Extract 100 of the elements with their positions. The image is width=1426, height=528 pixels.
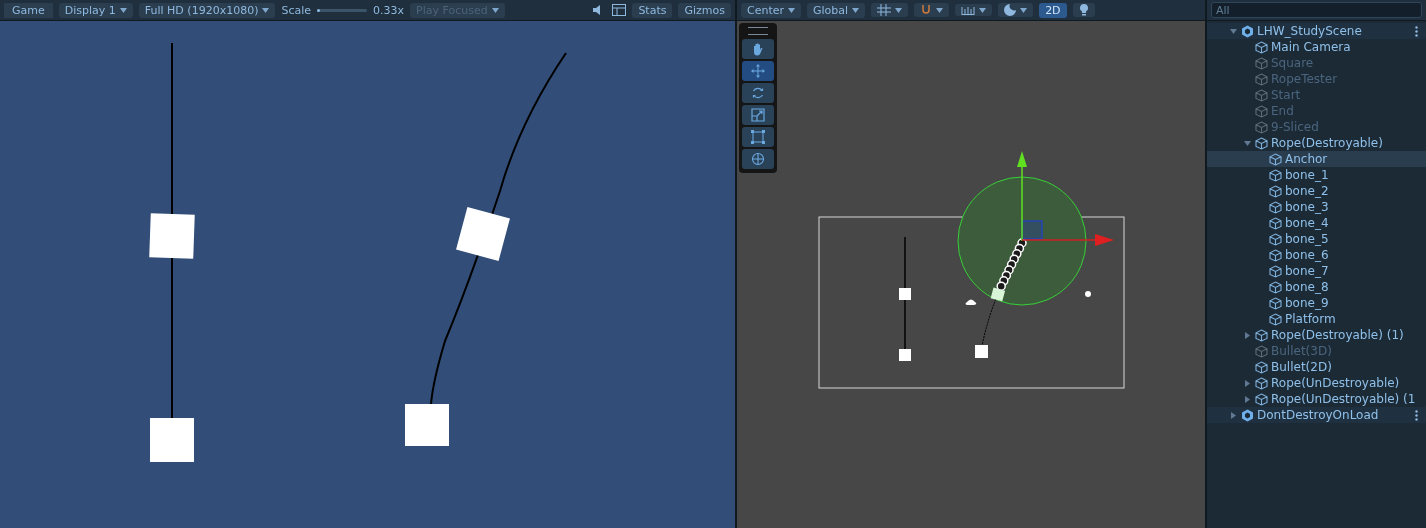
square-sprite	[975, 345, 988, 358]
rotate-icon	[751, 86, 765, 100]
square-sprite	[899, 349, 911, 361]
cube-icon	[1269, 200, 1282, 214]
tool-button[interactable]	[742, 149, 774, 169]
hierarchy-item[interactable]: Bullet(2D)	[1207, 359, 1426, 375]
game-tab[interactable]: Game	[4, 2, 53, 18]
gizmos-button[interactable]: Gizmos	[678, 2, 731, 18]
handle-plane[interactable]	[1021, 220, 1043, 240]
cube-icon	[1269, 248, 1282, 262]
caret-icon	[262, 7, 270, 13]
scale-slider[interactable]	[317, 8, 368, 12]
hierarchy-item[interactable]: bone_9	[1207, 295, 1426, 311]
cube-icon	[1269, 152, 1282, 166]
space-dropdown[interactable]: Global	[807, 2, 866, 18]
hierarchy-item[interactable]: bone_7	[1207, 263, 1426, 279]
moon-icon	[1004, 4, 1017, 16]
cube-icon	[1269, 264, 1282, 278]
layout-icon[interactable]	[612, 4, 627, 16]
transform-icon	[751, 152, 765, 166]
scale-icon	[751, 108, 765, 122]
tool-button[interactable]	[742, 61, 774, 81]
rect-tool-icon	[751, 130, 765, 144]
hierarchy-item[interactable]: bone_4	[1207, 215, 1426, 231]
hierarchy-item[interactable]: Rope(Destroyable)	[1207, 135, 1426, 151]
hierarchy-item[interactable]: Anchor	[1207, 151, 1426, 167]
hierarchy-item[interactable]: bone_5	[1207, 231, 1426, 247]
collider-circle[interactable]	[957, 176, 1087, 306]
scene-item[interactable]: DontDestroyOnLoad	[1207, 407, 1426, 423]
hierarchy-item[interactable]: Main Camera	[1207, 39, 1426, 55]
cube-icon	[1255, 360, 1268, 374]
caret-icon	[119, 7, 127, 13]
caret-icon	[491, 7, 499, 13]
hierarchy-item[interactable]: bone_8	[1207, 279, 1426, 295]
more-icon[interactable]	[1415, 25, 1418, 37]
scene-name: LHW_StudyScene	[1257, 24, 1362, 38]
display-dropdown[interactable]: Display 1	[58, 2, 133, 18]
hierarchy-item[interactable]: Rope(Destroyable) (1)	[1207, 327, 1426, 343]
ruler-icon	[961, 5, 976, 15]
y-axis-arrow[interactable]	[1017, 151, 1027, 242]
cube-icon	[1269, 168, 1282, 182]
more-icon[interactable]	[1415, 409, 1418, 421]
grid-icon	[877, 4, 892, 16]
cube-icon	[1255, 40, 1268, 54]
tool-button[interactable]	[742, 83, 774, 103]
expand-arrow-icon[interactable]	[1230, 27, 1237, 35]
hierarchy-item[interactable]: Rope(UnDestroyable) (1	[1207, 391, 1426, 407]
bulb-icon	[1078, 4, 1089, 16]
cube-icon	[1269, 232, 1282, 246]
tool-button[interactable]	[742, 105, 774, 125]
hierarchy-item[interactable]: bone_3	[1207, 199, 1426, 215]
square-sprite	[149, 213, 195, 259]
drag-handle[interactable]	[748, 27, 768, 35]
expand-arrow-icon[interactable]	[1244, 139, 1251, 147]
pivot-dropdown[interactable]: Center	[741, 2, 802, 18]
x-axis-arrow[interactable]	[1021, 234, 1114, 246]
cube-icon	[1269, 312, 1282, 326]
rope-bones-drawing[interactable]	[996, 238, 1027, 291]
stats-button[interactable]: Stats	[632, 2, 673, 18]
caret-icon	[895, 7, 903, 13]
tool-button[interactable]	[742, 127, 774, 147]
expand-arrow-icon[interactable]	[1244, 331, 1251, 339]
cube-icon	[1255, 328, 1268, 342]
lighting-button[interactable]	[1072, 3, 1095, 17]
grid-snap-button[interactable]	[871, 3, 909, 17]
search-field[interactable]: All	[1211, 2, 1422, 18]
shading-button[interactable]	[998, 3, 1034, 17]
platform-sprite	[990, 287, 1006, 302]
magnet-icon	[920, 4, 933, 16]
expand-arrow-icon[interactable]	[1244, 395, 1251, 403]
hierarchy-item[interactable]: Platform	[1207, 311, 1426, 327]
cube-icon	[1255, 120, 1268, 134]
cube-icon	[1269, 296, 1282, 310]
caret-icon	[979, 7, 987, 13]
scene-item[interactable]: LHW_StudyScene	[1207, 23, 1426, 39]
snap-button[interactable]	[914, 3, 950, 17]
cube-icon	[1255, 72, 1268, 86]
square-sprite	[405, 404, 449, 446]
ruler-button[interactable]	[955, 4, 993, 16]
hierarchy-item[interactable]: bone_1	[1207, 167, 1426, 183]
cube-icon	[1269, 280, 1282, 294]
hierarchy-item[interactable]: bone_6	[1207, 247, 1426, 263]
2d-mode-button[interactable]: 2D	[1039, 2, 1067, 18]
caret-icon	[788, 7, 796, 13]
resolution-dropdown[interactable]: Full HD (1920x1080)	[138, 2, 276, 18]
hand-icon	[751, 42, 765, 56]
caret-icon	[1020, 7, 1028, 13]
tool-button[interactable]	[742, 39, 774, 59]
cube-icon	[1269, 216, 1282, 230]
scene-name: DontDestroyOnLoad	[1257, 408, 1379, 422]
expand-arrow-icon[interactable]	[1244, 379, 1251, 387]
square-sprite	[899, 288, 911, 300]
expand-arrow-icon[interactable]	[1230, 411, 1237, 419]
cube-icon	[1255, 376, 1268, 390]
blob-icon	[965, 299, 977, 305]
move-icon	[751, 64, 765, 78]
hierarchy-item[interactable]: bone_2	[1207, 183, 1426, 199]
unity-logo-icon	[1241, 408, 1254, 422]
hierarchy-item[interactable]: Rope(UnDestroyable)	[1207, 375, 1426, 391]
square-sprite	[150, 418, 194, 462]
